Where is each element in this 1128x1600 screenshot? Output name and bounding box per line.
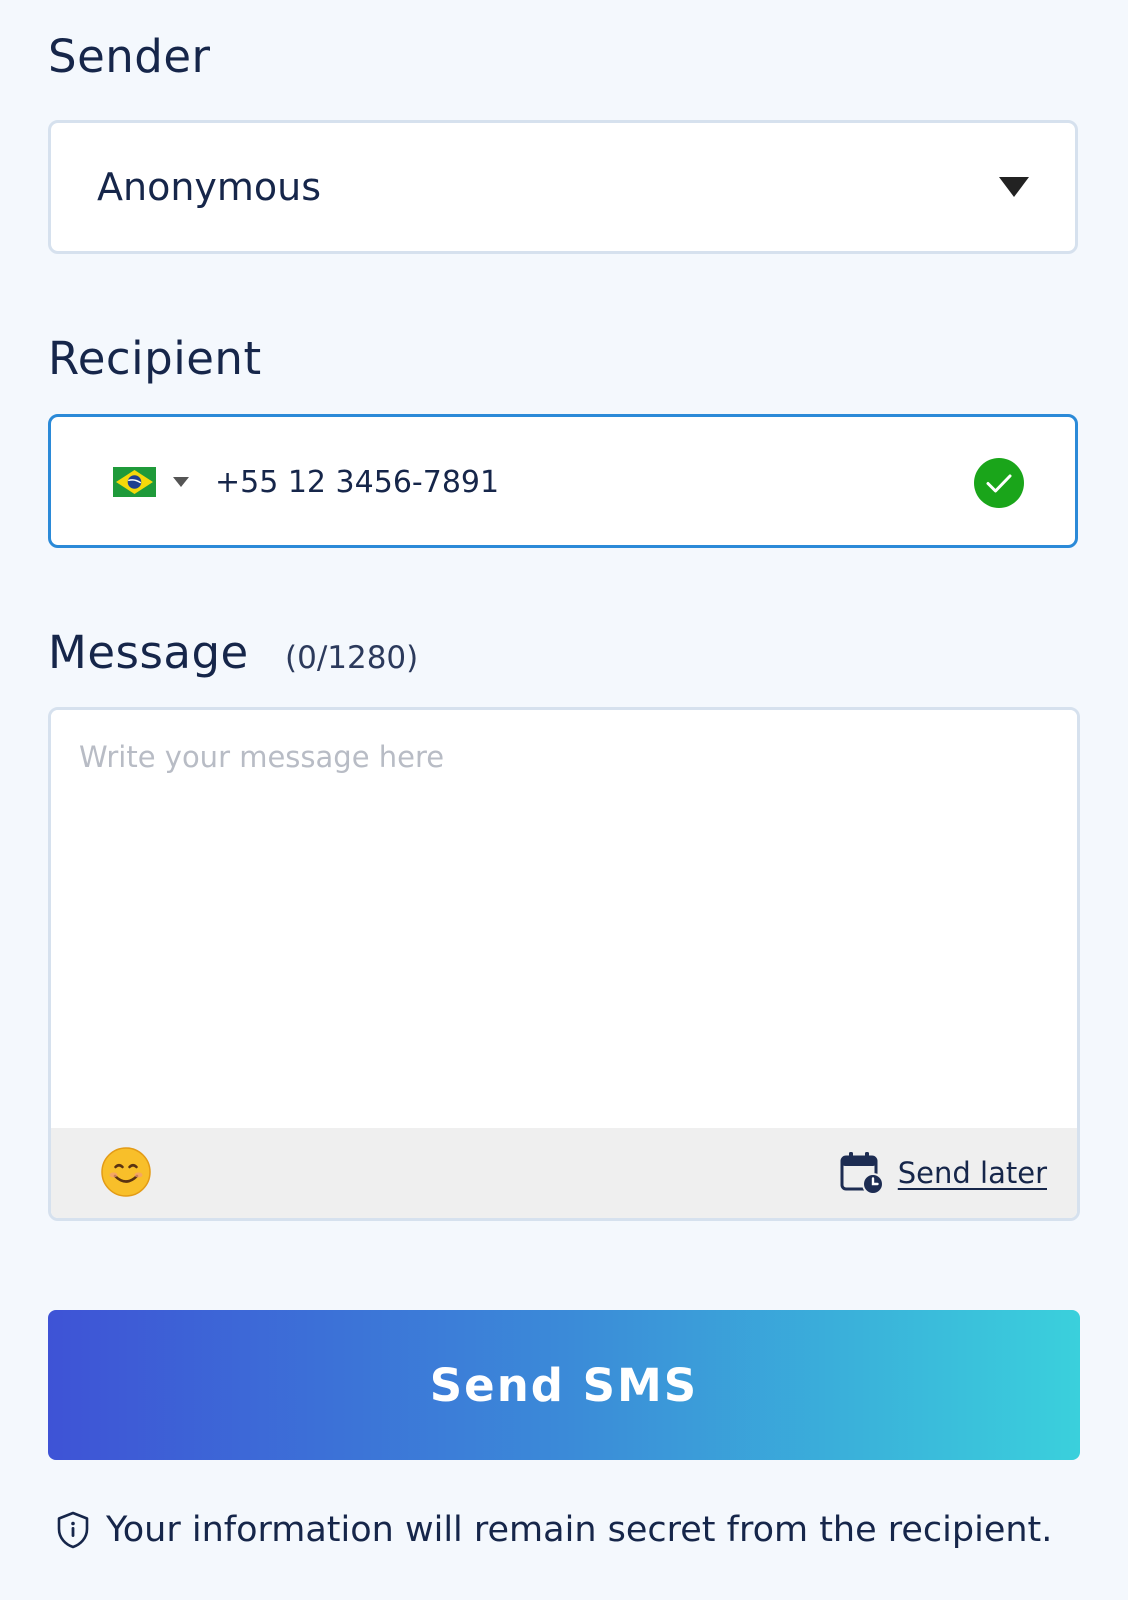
calendar-clock-icon (840, 1152, 884, 1195)
caret-down-icon (999, 177, 1029, 197)
sender-selected-value: Anonymous (97, 165, 322, 209)
message-label: Message (48, 626, 249, 679)
privacy-notice-text: Your information will remain secret from… (106, 1510, 1053, 1550)
message-char-counter: (0/1280) (285, 640, 419, 676)
send-later-button[interactable]: Send later (840, 1150, 1047, 1196)
sender-label: Sender (48, 30, 211, 83)
sender-select[interactable]: Anonymous (48, 120, 1078, 254)
send-later-label: Send later (897, 1156, 1047, 1190)
recipient-label: Recipient (48, 332, 262, 385)
check-circle-icon (974, 458, 1024, 508)
message-textarea[interactable] (51, 710, 1077, 1128)
sms-form: Sender Anonymous Recipient Message (0/12… (0, 0, 1128, 1600)
privacy-notice: Your information will remain secret from… (56, 1510, 1052, 1550)
message-toolbar: Send later (51, 1128, 1077, 1218)
recipient-phone-field (48, 414, 1078, 548)
smiley-emoji-icon[interactable] (100, 1146, 152, 1198)
brazil-flag-icon[interactable] (113, 467, 156, 497)
country-dropdown-caret-icon[interactable] (173, 477, 189, 487)
message-box: Send later (48, 707, 1080, 1221)
phone-number-input[interactable] (215, 457, 855, 507)
shield-info-icon (57, 1511, 89, 1549)
send-sms-button[interactable]: Send SMS (48, 1310, 1080, 1460)
